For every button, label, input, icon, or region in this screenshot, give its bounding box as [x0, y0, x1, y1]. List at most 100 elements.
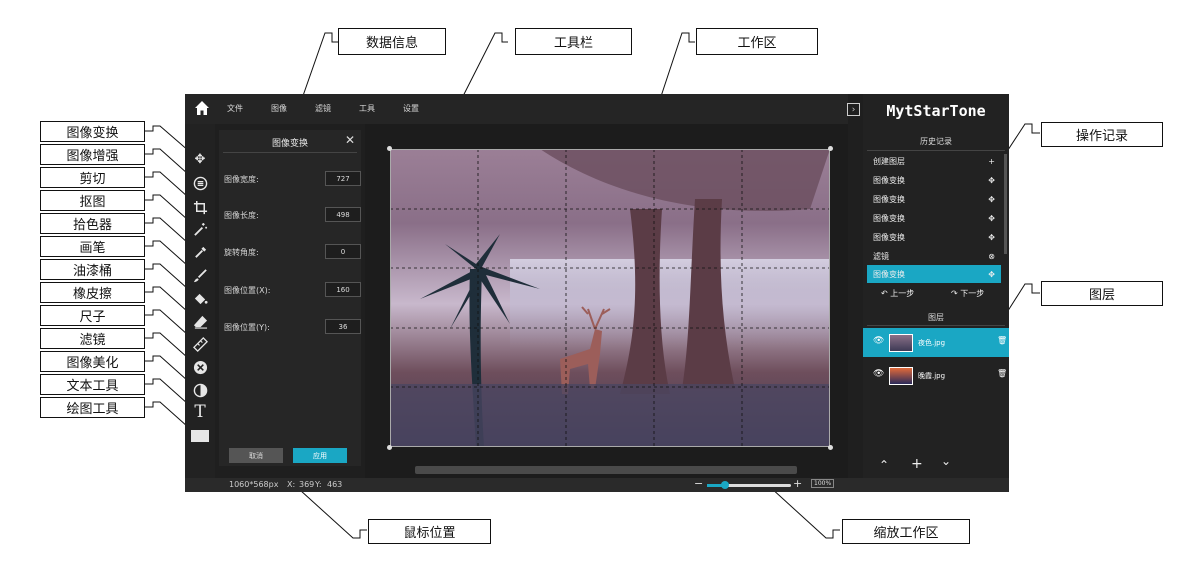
close-icon[interactable]: ✕ — [345, 133, 355, 147]
history-item[interactable]: 图像变换 ✥ — [867, 190, 1001, 208]
magic-wand-icon[interactable] — [191, 220, 209, 238]
annotation-draw-tool: 绘图工具 — [40, 397, 145, 418]
zoom-in-icon[interactable]: + — [793, 477, 802, 490]
eye-icon[interactable]: 👁 — [873, 369, 884, 379]
panel-divider — [223, 152, 357, 153]
eraser-icon[interactable] — [191, 312, 209, 330]
trash-icon[interactable]: 🗑 — [997, 336, 1007, 345]
apply-button[interactable]: 应用 — [293, 448, 347, 463]
history-item[interactable]: 创建图层 + — [867, 152, 1001, 170]
image-dimensions: 1060*568px — [229, 480, 279, 489]
resize-handle[interactable] — [387, 146, 392, 151]
horizontal-scrollbar[interactable] — [415, 466, 797, 474]
plus-icon: + — [988, 156, 995, 166]
filter-icon: ⊗ — [988, 251, 995, 261]
zoom-level[interactable]: 100% — [811, 479, 835, 488]
menu-image[interactable]: 图像 — [271, 103, 287, 114]
mouse-y-label: Y: — [315, 480, 322, 489]
annotation-color-picker: 拾色器 — [40, 213, 145, 234]
menu-file[interactable]: 文件 — [227, 103, 243, 114]
cancel-button[interactable]: 取消 — [229, 448, 283, 463]
eye-icon[interactable]: 👁 — [873, 336, 884, 346]
annotation-crop: 剪切 — [40, 167, 145, 188]
home-icon[interactable] — [194, 100, 210, 116]
properties-panel: 图像变换 ✕ 图像宽度: 727 图像长度: 498 旋转角度: 0 图像位置(… — [219, 130, 361, 466]
history-item[interactable]: 滤镜 ⊗ — [867, 247, 1001, 265]
ruler-icon[interactable] — [191, 335, 209, 353]
annotation-text-tool: 文本工具 — [40, 374, 145, 395]
zoom-slider[interactable] — [707, 481, 791, 489]
annotation-zoom-workspace: 缩放工作区 — [842, 519, 970, 544]
move-icon: ✥ — [988, 269, 995, 279]
layer-thumbnail — [889, 334, 913, 352]
position-x-label: 图像位置(X): — [224, 286, 271, 295]
layers-title: 图层 — [928, 313, 944, 322]
annotation-enhance: 图像增强 — [40, 144, 145, 165]
expand-panel-icon[interactable]: › — [847, 103, 860, 116]
layer-name: 夜色.jpg — [918, 339, 946, 347]
menu-tools[interactable]: 工具 — [359, 103, 375, 114]
move-icon: ✥ — [988, 194, 995, 204]
history-item[interactable]: 图像变换 ✥ — [867, 228, 1001, 246]
height-input[interactable]: 498 — [325, 207, 361, 222]
annotation-data-info: 数据信息 — [338, 28, 446, 55]
layers-divider — [867, 325, 1005, 326]
annotation-filter: 滤镜 — [40, 328, 145, 349]
tool-rail: ✥ T — [185, 124, 215, 478]
position-x-input[interactable]: 160 — [325, 282, 361, 297]
layer-add-icon[interactable]: + — [911, 456, 923, 472]
eyedropper-icon[interactable] — [191, 243, 209, 261]
resize-handle[interactable] — [828, 146, 833, 151]
position-y-label: 图像位置(Y): — [224, 323, 270, 332]
position-y-input[interactable]: 36 — [325, 319, 361, 334]
annotation-toolbar: 工具栏 — [515, 28, 632, 55]
zoom-slider-handle[interactable] — [721, 481, 729, 489]
rotation-input[interactable]: 0 — [325, 244, 361, 259]
annotation-beautify: 图像美化 — [40, 351, 145, 372]
history-item-active[interactable]: 图像变换 ✥ — [867, 265, 1001, 283]
move-icon: ✥ — [988, 213, 995, 223]
layer-row[interactable]: 👁 晚霞.jpg 🗑 — [863, 361, 1009, 390]
beautify-icon[interactable] — [191, 381, 209, 399]
undo-button[interactable]: ↶ 上一步 — [881, 288, 914, 299]
paint-bucket-icon[interactable] — [191, 289, 209, 307]
resize-handle[interactable] — [828, 445, 833, 450]
history-title: 历史记录 — [920, 137, 952, 146]
menu-settings[interactable]: 设置 — [403, 103, 419, 114]
annotation-brush: 画笔 — [40, 236, 145, 257]
mouse-x: 369 — [299, 480, 315, 489]
layer-thumbnail — [889, 367, 913, 385]
workspace-canvas[interactable] — [365, 124, 848, 478]
annotation-operation-log: 操作记录 — [1041, 122, 1163, 147]
rotation-label: 旋转角度: — [224, 248, 259, 257]
width-label: 图像宽度: — [224, 175, 259, 184]
crop-icon[interactable] — [191, 198, 209, 216]
text-tool-icon[interactable]: T — [191, 402, 209, 422]
annotation-paint-bucket: 油漆桶 — [40, 259, 145, 280]
trash-icon[interactable]: 🗑 — [997, 369, 1007, 378]
move-transform-icon[interactable]: ✥ — [191, 150, 209, 168]
annotation-ruler: 尺子 — [40, 305, 145, 326]
editor-window: 文件 图像 滤镜 工具 设置 › ✥ T 图像变换 ✕ 图像宽度: 727 图像… — [185, 94, 1009, 492]
annotation-mouse-position: 鼠标位置 — [368, 519, 491, 544]
history-item[interactable]: 图像变换 ✥ — [867, 171, 1001, 189]
history-item[interactable]: 图像变换 ✥ — [867, 209, 1001, 227]
selection-outline[interactable] — [390, 149, 830, 447]
draw-tool-icon[interactable] — [191, 427, 209, 445]
width-input[interactable]: 727 — [325, 171, 361, 186]
menu-filter[interactable]: 滤镜 — [315, 103, 331, 114]
mouse-x-label: X: — [287, 480, 296, 489]
annotation-matting: 抠图 — [40, 190, 145, 211]
layer-down-icon[interactable]: ⌄ — [941, 454, 951, 468]
zoom-out-icon[interactable]: − — [694, 477, 703, 490]
layer-up-icon[interactable]: ⌃ — [879, 458, 889, 472]
brush-icon[interactable] — [191, 266, 209, 284]
redo-button[interactable]: ↷ 下一步 — [951, 288, 984, 299]
filter-icon[interactable] — [191, 358, 209, 376]
layer-row-active[interactable]: 👁 夜色.jpg 🗑 — [863, 328, 1009, 357]
mouse-y: 463 — [327, 480, 343, 489]
annotation-layers: 图层 — [1041, 281, 1163, 306]
enhance-icon[interactable] — [191, 174, 209, 192]
resize-handle[interactable] — [387, 445, 392, 450]
history-scrollbar[interactable] — [1004, 154, 1007, 254]
